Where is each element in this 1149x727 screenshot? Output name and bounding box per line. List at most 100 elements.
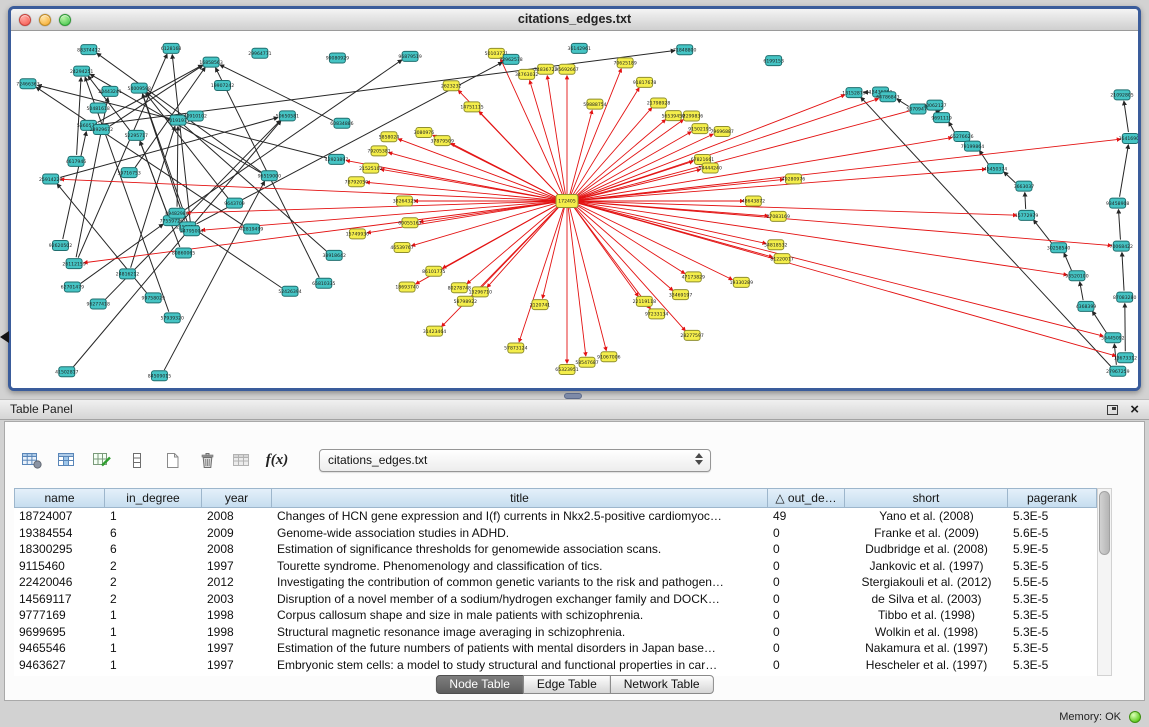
cell-name[interactable]: 22420046 <box>14 574 105 591</box>
column-header-pagerank[interactable]: pagerank <box>1008 488 1097 508</box>
cell-in_degree[interactable]: 2 <box>105 591 202 608</box>
cell-short[interactable]: de Silva et al. (2003) <box>845 591 1008 608</box>
cell-pagerank[interactable]: 5.5E-5 <box>1008 574 1097 591</box>
cell-in_degree[interactable]: 2 <box>105 574 202 591</box>
cell-short[interactable]: Franke et al. (2009) <box>845 525 1008 542</box>
cell-short[interactable]: Jankovic et al. (1997) <box>845 558 1008 575</box>
cell-year[interactable]: 1998 <box>202 624 272 641</box>
table-row[interactable]: 1938455462009Genome-wide association stu… <box>14 525 1097 542</box>
cell-title[interactable]: Disruption of a novel member of a sodium… <box>272 591 768 608</box>
cell-name[interactable]: 9699695 <box>14 624 105 641</box>
table-row[interactable]: 911546021997Tourette syndrome. Phenomeno… <box>14 558 1097 575</box>
cell-out_de[interactable]: 49 <box>768 508 845 525</box>
table-row[interactable]: 946362711997Embryonic stem cells: a mode… <box>14 657 1097 674</box>
cell-out_de[interactable]: 0 <box>768 558 845 575</box>
cell-name[interactable]: 9463627 <box>14 657 105 674</box>
cell-title[interactable]: Estimation of the future numbers of pati… <box>272 640 768 657</box>
cell-year[interactable]: 2012 <box>202 574 272 591</box>
cell-year[interactable]: 1997 <box>202 657 272 674</box>
cell-name[interactable]: 14569117 <box>14 591 105 608</box>
column-header-name[interactable]: name <box>14 488 105 508</box>
cell-out_de[interactable]: 0 <box>768 541 845 558</box>
cell-out_de[interactable]: 0 <box>768 624 845 641</box>
cell-year[interactable]: 2008 <box>202 508 272 525</box>
close-panel-icon[interactable]: × <box>1130 400 1139 419</box>
vertical-scrollbar[interactable] <box>1097 488 1112 676</box>
memory-indicator[interactable] <box>1129 711 1141 723</box>
cell-pagerank[interactable]: 5.3E-5 <box>1008 640 1097 657</box>
cell-title[interactable]: Changes of HCN gene expression and I(f) … <box>272 508 768 525</box>
table-row[interactable]: 1830029562008Estimation of significance … <box>14 541 1097 558</box>
cell-short[interactable]: Dudbridge et al. (2008) <box>845 541 1008 558</box>
cell-pagerank[interactable]: 5.9E-5 <box>1008 541 1097 558</box>
table-row[interactable]: 1456911722003Disruption of a novel membe… <box>14 591 1097 608</box>
cell-in_degree[interactable]: 6 <box>105 541 202 558</box>
minimize-window-button[interactable] <box>39 14 51 26</box>
cell-pagerank[interactable]: 5.3E-5 <box>1008 657 1097 674</box>
table-row[interactable]: 969969511998Structural magnetic resonanc… <box>14 624 1097 641</box>
import-table-icon[interactable] <box>229 448 255 472</box>
cell-title[interactable]: Estimation of significance thresholds fo… <box>272 541 768 558</box>
cell-short[interactable]: Wolkin et al. (1998) <box>845 624 1008 641</box>
delete-icon[interactable] <box>194 448 220 472</box>
cell-pagerank[interactable]: 5.3E-5 <box>1008 508 1097 525</box>
cell-out_de[interactable]: 0 <box>768 657 845 674</box>
column-header-in_degree[interactable]: in_degree <box>105 488 202 508</box>
cell-short[interactable]: Stergiakouli et al. (2012) <box>845 574 1008 591</box>
cell-short[interactable]: Hescheler et al. (1997) <box>845 657 1008 674</box>
column-header-title[interactable]: title <box>272 488 768 508</box>
cell-year[interactable]: 2008 <box>202 541 272 558</box>
table-row[interactable]: 2242004622012Investigating the contribut… <box>14 574 1097 591</box>
cell-in_degree[interactable]: 1 <box>105 640 202 657</box>
collapse-panel-arrow-icon[interactable] <box>0 331 9 343</box>
cell-year[interactable]: 1997 <box>202 640 272 657</box>
show-columns-icon[interactable] <box>54 448 80 472</box>
column-header-year[interactable]: year <box>202 488 272 508</box>
cell-title[interactable]: Tourette syndrome. Phenomenology and cla… <box>272 558 768 575</box>
table-row[interactable]: 946554611997Estimation of the future num… <box>14 640 1097 657</box>
function-builder-icon[interactable]: f(x) <box>264 448 290 472</box>
cell-title[interactable]: Genome-wide association studies in ADHD. <box>272 525 768 542</box>
cell-out_de[interactable]: 0 <box>768 640 845 657</box>
column-header-short[interactable]: short <box>845 488 1008 508</box>
cell-out_de[interactable]: 0 <box>768 591 845 608</box>
cell-title[interactable]: Corpus callosum shape and size in male p… <box>272 607 768 624</box>
table-source-dropdown[interactable]: citations_edges.txt <box>319 449 711 472</box>
cell-in_degree[interactable]: 1 <box>105 657 202 674</box>
cell-year[interactable]: 2009 <box>202 525 272 542</box>
cell-name[interactable]: 18724007 <box>14 508 105 525</box>
cell-short[interactable]: Nakamura et al. (1997) <box>845 640 1008 657</box>
cell-pagerank[interactable]: 5.6E-5 <box>1008 525 1097 542</box>
cell-out_de[interactable]: 0 <box>768 607 845 624</box>
row-height-icon[interactable] <box>124 448 150 472</box>
close-window-button[interactable] <box>19 14 31 26</box>
network-graph[interactable]: 4864387227083169548185328122001719330289… <box>11 31 1138 388</box>
cell-short[interactable]: Yano et al. (2008) <box>845 508 1008 525</box>
cell-in_degree[interactable]: 1 <box>105 624 202 641</box>
tab-network-table[interactable]: Network Table <box>610 675 714 694</box>
cell-year[interactable]: 1998 <box>202 607 272 624</box>
table-row[interactable]: 977716911998Corpus callosum shape and si… <box>14 607 1097 624</box>
cell-pagerank[interactable]: 5.3E-5 <box>1008 624 1097 641</box>
tab-edge-table[interactable]: Edge Table <box>523 675 611 694</box>
cell-out_de[interactable]: 0 <box>768 525 845 542</box>
cell-year[interactable]: 2003 <box>202 591 272 608</box>
cell-name[interactable]: 18300295 <box>14 541 105 558</box>
cell-name[interactable]: 9777169 <box>14 607 105 624</box>
zoom-window-button[interactable] <box>59 14 71 26</box>
scrollbar-thumb[interactable] <box>1099 491 1110 555</box>
tab-node-table[interactable]: Node Table <box>435 675 524 694</box>
cell-in_degree[interactable]: 2 <box>105 558 202 575</box>
cell-name[interactable]: 9115460 <box>14 558 105 575</box>
cell-year[interactable]: 1997 <box>202 558 272 575</box>
cell-title[interactable]: Structural magnetic resonance image aver… <box>272 624 768 641</box>
cell-title[interactable]: Investigating the contribution of common… <box>272 574 768 591</box>
cell-pagerank[interactable]: 5.3E-5 <box>1008 591 1097 608</box>
table-row[interactable]: 1872400712008Changes of HCN gene express… <box>14 508 1097 525</box>
new-file-icon[interactable] <box>159 448 185 472</box>
cell-title[interactable]: Embryonic stem cells: a model to study s… <box>272 657 768 674</box>
window-titlebar[interactable]: citations_edges.txt <box>11 9 1138 31</box>
cell-pagerank[interactable]: 5.3E-5 <box>1008 607 1097 624</box>
cell-in_degree[interactable]: 1 <box>105 607 202 624</box>
cell-out_de[interactable]: 0 <box>768 574 845 591</box>
